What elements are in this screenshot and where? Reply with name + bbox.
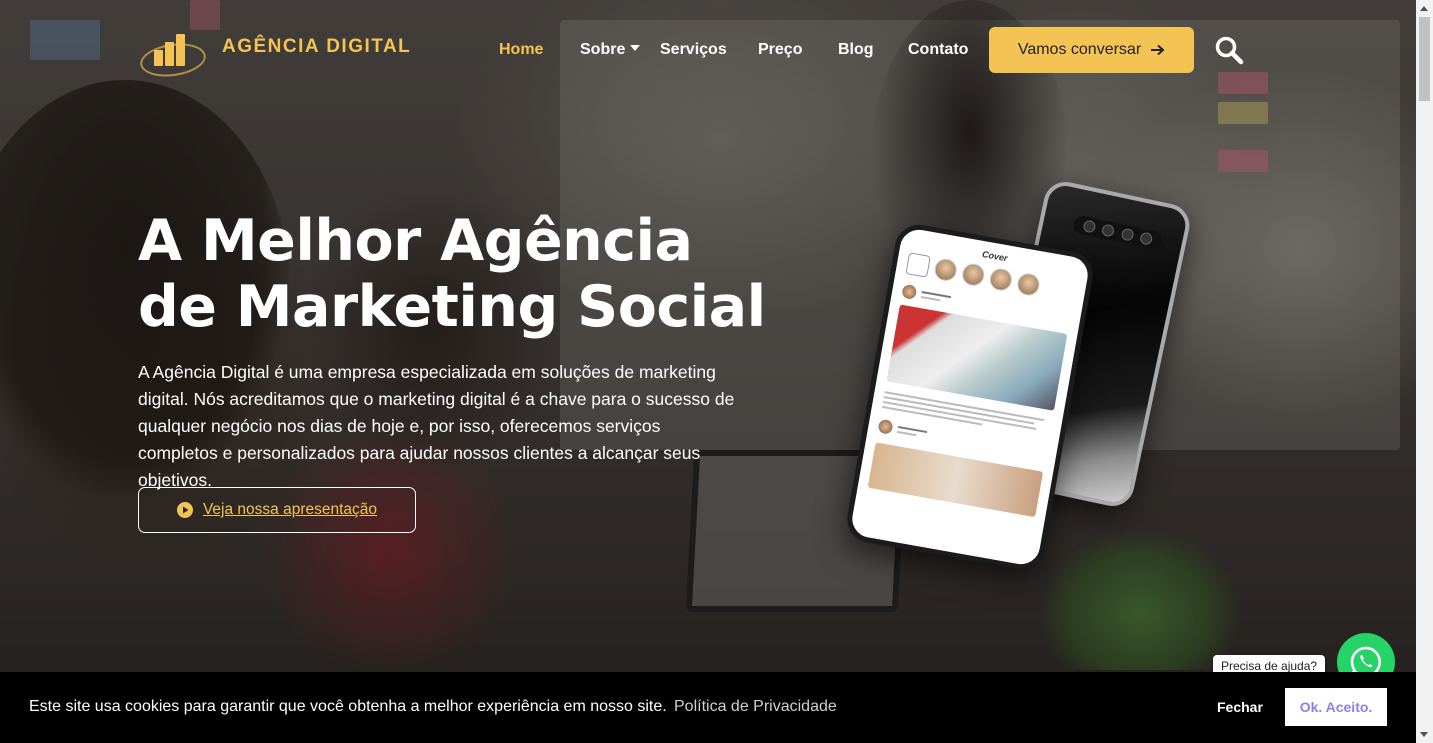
chevron-down-icon: [630, 45, 641, 51]
cta-label: Vamos conversar: [1017, 41, 1142, 58]
avatar: [877, 418, 894, 435]
cookie-dismiss-button[interactable]: Fechar: [1217, 699, 1263, 715]
vamos-conversar-button[interactable]: Vamos conversar: [989, 27, 1194, 73]
nav-item-label: Sobre: [580, 41, 626, 58]
presentation-button-label: Veja nossa apresentação: [202, 501, 378, 518]
nav-item-sobre[interactable]: Sobre: [580, 41, 641, 59]
nav-item-preco[interactable]: Preço: [758, 41, 802, 59]
scroll-up-arrow-icon[interactable]: [1420, 6, 1428, 11]
presentation-button[interactable]: Veja nossa apresentação: [138, 487, 416, 533]
search-icon[interactable]: [1214, 35, 1244, 65]
camera-strip: [1071, 214, 1164, 251]
cookie-message: Este site usa cookies para garantir que …: [29, 698, 667, 715]
cookie-banner: Este site usa cookies para garantir que …: [0, 672, 1416, 743]
nav-item-blog[interactable]: Blog: [838, 41, 874, 59]
nav-item-home[interactable]: Home: [499, 41, 543, 59]
hero-title-line-2: de Marketing Social: [138, 274, 766, 340]
logo-text: AGÊNCIA DIGITAL: [222, 36, 412, 57]
nav-item-servicos[interactable]: Serviços: [660, 41, 727, 59]
scrollbar-thumb[interactable]: [1419, 17, 1430, 101]
nav-item-contato[interactable]: Contato: [908, 41, 968, 59]
play-circle-icon: [176, 502, 193, 518]
arrow-right-icon: [1151, 44, 1165, 56]
logo-icon: [138, 20, 208, 81]
privacy-policy-link[interactable]: Política de Privacidade: [674, 698, 837, 716]
hero-title-line-1: A Melhor Agência: [138, 208, 693, 274]
hero-description: A Agência Digital é uma empresa especial…: [138, 362, 735, 490]
scroll-down-arrow-icon[interactable]: [1420, 732, 1428, 737]
hero-title: A Melhor Agência de Marketing Social: [138, 208, 838, 340]
cookie-accept-button[interactable]: Ok. Aceito.: [1285, 688, 1387, 726]
page-scrollbar[interactable]: [1416, 0, 1433, 743]
avatar: [901, 283, 918, 300]
logo[interactable]: AGÊNCIA DIGITAL: [138, 20, 412, 81]
